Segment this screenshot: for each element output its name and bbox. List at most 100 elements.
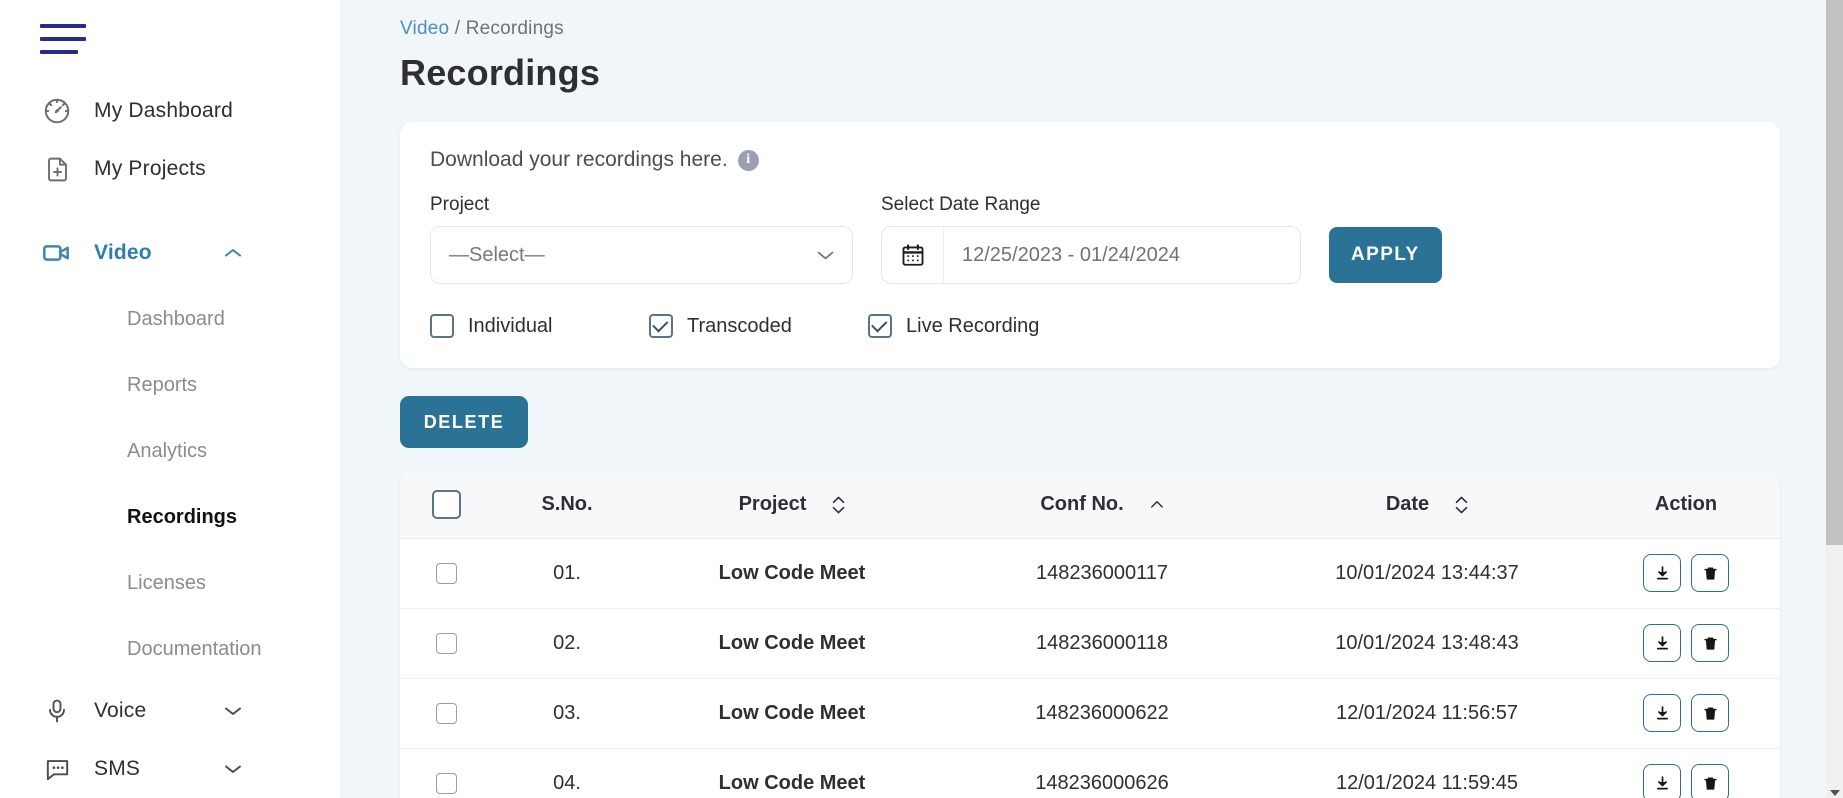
checkbox-box[interactable] [649,314,673,338]
sidebar-top-nav: My Dashboard My Projects Video Dashboard… [0,82,340,798]
sidebar-item-documentation[interactable]: Documentation [0,616,340,682]
breadcrumb-separator: / [454,18,461,39]
breadcrumb-link-video[interactable]: Video [400,18,449,39]
sidebar-item-licenses[interactable]: Licenses [0,550,340,616]
row-sno: 03. [553,701,581,724]
chat-bubble-icon [40,752,74,786]
hamburger-icon[interactable] [40,24,86,54]
row-checkbox[interactable] [435,702,457,724]
scrollbar-thumb[interactable] [1826,0,1843,545]
checkbox-transcoded[interactable]: Transcoded [649,314,868,338]
row-checkbox-cell [400,678,492,748]
sort-conf-asc-icon[interactable] [1150,500,1164,509]
sort-date-icon[interactable] [1455,496,1468,514]
row-actions [1592,608,1780,678]
table-row[interactable]: 04. Low Code Meet 148236000626 12/01/202… [400,748,1780,798]
app-root: My Dashboard My Projects Video Dashboard… [0,0,1843,798]
table-header-row: S.No. Project Conf No. Date Action [400,472,1780,539]
hamburger-bar [40,37,86,41]
page-scrollbar[interactable] [1826,0,1843,798]
table-row[interactable]: 01. Low Code Meet 148236000117 10/01/202… [400,538,1780,608]
header-action-label: Action [1654,493,1718,516]
table-row[interactable]: 03. Low Code Meet 148236000622 12/01/202… [400,678,1780,748]
recordings-table-card: S.No. Project Conf No. Date Action 01. L… [400,472,1780,798]
row-project: Low Code Meet [718,771,866,794]
row-actions [1592,538,1780,608]
trash-icon[interactable] [1691,764,1729,798]
download-icon[interactable] [1643,624,1681,662]
sidebar-item-analytics[interactable]: Analytics [0,418,340,484]
hamburger-bar [40,24,86,28]
sidebar: My Dashboard My Projects Video Dashboard… [0,0,340,798]
row-checkbox[interactable] [435,632,457,654]
row-project: Low Code Meet [718,701,866,724]
apply-button[interactable]: APPLY [1329,227,1442,283]
sidebar-item-sms[interactable]: SMS [0,740,340,798]
scroll-down-arrow-icon[interactable] [1830,790,1840,796]
checkbox-live-recording[interactable]: Live Recording [868,314,1039,338]
download-icon[interactable] [1643,694,1681,732]
row-sno: 02. [553,631,581,654]
chevron-down-icon[interactable] [224,760,242,778]
breadcrumb-current: Recordings [465,18,564,39]
date-range-value: 12/25/2023 - 01/24/2024 [962,243,1180,266]
header-conf-no: Conf No. [942,472,1262,539]
header-sno: S.No. [492,472,642,539]
main-content: Video / Recordings Recordings Download y… [340,0,1843,798]
sort-project-icon[interactable] [832,496,845,514]
sidebar-item-my-projects[interactable]: My Projects [0,140,340,198]
filter-row: Project —Select— Select Date Range 12/25… [430,194,1750,284]
sidebar-item-my-dashboard[interactable]: My Dashboard [0,82,340,140]
sidebar-item-video[interactable]: Video [0,224,340,282]
trash-icon[interactable] [1691,554,1729,592]
header-project: Project [642,472,942,539]
recordings-table: S.No. Project Conf No. Date Action 01. L… [400,472,1780,798]
page-title: Recordings [400,52,601,93]
row-checkbox[interactable] [435,772,457,794]
row-sno: 04. [553,771,581,794]
sidebar-item-label: My Dashboard [94,99,233,122]
calendar-icon[interactable] [882,227,944,283]
checkbox-box[interactable] [868,314,892,338]
row-sno: 01. [553,561,581,584]
row-project: Low Code Meet [718,631,866,654]
sidebar-subitem-label: Recordings [127,505,238,528]
sidebar-subitem-label: Licenses [127,571,206,594]
microphone-icon [40,694,74,728]
header-select-all [400,472,492,539]
chevron-down-icon[interactable] [224,702,242,720]
checkbox-label: Individual [468,314,553,337]
download-icon[interactable] [1643,554,1681,592]
row-actions [1592,678,1780,748]
project-label: Project [430,194,490,215]
sidebar-item-voice[interactable]: Voice [0,682,340,740]
sidebar-subitem-label: Reports [127,373,198,396]
checkbox-label: Live Recording [906,314,1040,337]
row-checkbox-cell [400,748,492,798]
delete-button[interactable]: DELETE [400,396,528,448]
chevron-up-icon[interactable] [224,244,242,262]
header-conf-label: Conf No. [1040,493,1124,516]
sidebar-item-dashboard[interactable]: Dashboard [0,286,340,352]
checkbox-box[interactable] [430,314,454,338]
download-icon[interactable] [1643,764,1681,798]
checkbox-individual[interactable]: Individual [430,314,649,338]
select-all-checkbox[interactable] [431,490,461,520]
row-checkbox[interactable] [435,562,457,584]
breadcrumb: Video / Recordings [400,10,1783,40]
checkbox-label: Transcoded [687,314,792,337]
sidebar-item-label: SMS [94,757,141,780]
date-range-input[interactable]: 12/25/2023 - 01/24/2024 [881,226,1301,284]
info-icon[interactable]: i [737,149,759,171]
row-project: Low Code Meet [718,561,866,584]
table-row[interactable]: 02. Low Code Meet 148236000118 10/01/202… [400,608,1780,678]
row-conf-no: 148236000117 [1036,561,1168,584]
sidebar-item-reports[interactable]: Reports [0,352,340,418]
sidebar-item-recordings[interactable]: Recordings [0,484,340,550]
trash-icon[interactable] [1691,694,1729,732]
trash-icon[interactable] [1691,624,1729,662]
project-select[interactable]: —Select— [430,226,853,284]
header-date: Date [1262,472,1592,539]
header-action: Action [1592,472,1780,539]
table-body: 01. Low Code Meet 148236000117 10/01/202… [400,538,1780,798]
